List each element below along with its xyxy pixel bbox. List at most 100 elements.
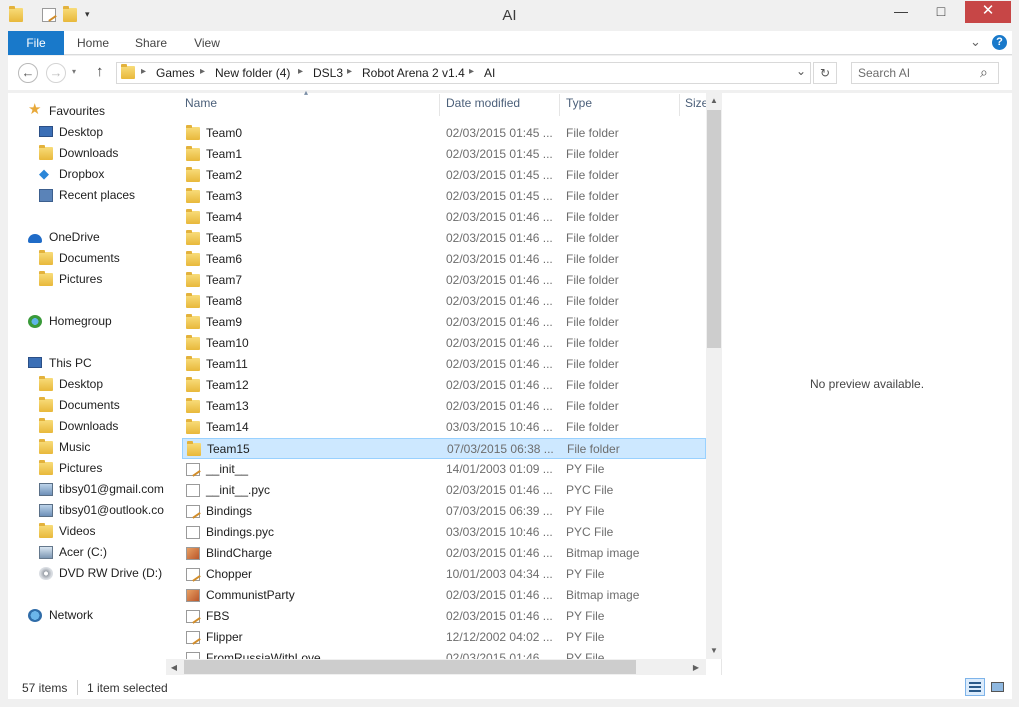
file-type: PY File [566, 630, 605, 644]
file-name: Team2 [206, 168, 243, 182]
preview-message: No preview available. [809, 377, 925, 391]
scroll-left-icon[interactable]: ◀ [169, 663, 179, 672]
table-row[interactable]: Team9 02/03/2015 01:46 ... File folder [182, 312, 706, 333]
table-row[interactable]: Flipper 12/12/2002 04:02 ... PY File [182, 627, 706, 648]
table-row[interactable]: Team10 02/03/2015 01:46 ... File folder [182, 333, 706, 354]
folder-icon [186, 125, 200, 140]
properties-icon[interactable] [42, 8, 56, 22]
table-row[interactable]: Team3 02/03/2015 01:45 ... File folder [182, 186, 706, 207]
table-row[interactable]: Team11 02/03/2015 01:46 ... File folder [182, 354, 706, 375]
details-view-button[interactable] [965, 678, 985, 696]
file-name: Team15 [207, 442, 250, 456]
breadcrumb-separator[interactable]: ▸ [347, 66, 352, 77]
horizontal-scroll-thumb[interactable] [184, 660, 636, 674]
table-row[interactable]: Bindings.pyc 03/03/2015 10:46 ... PYC File [182, 522, 706, 543]
table-row[interactable]: FromRussiaWithLove 02/03/2015 01:46 ... PY… [182, 648, 706, 659]
file-name: Team4 [206, 210, 243, 224]
breadcrumb-separator[interactable]: ▸ [298, 66, 303, 77]
sidebar-item[interactable]: ★ Favourites [8, 101, 166, 122]
table-row[interactable]: CommunistParty 02/03/2015 01:46 ... Bitmap… [182, 585, 706, 606]
table-row[interactable]: BlindCharge 02/03/2015 01:46 ... Bitmap im… [182, 543, 706, 564]
forward-button[interactable]: → [46, 63, 66, 83]
table-row[interactable]: Team14 03/03/2015 10:46 ... File folder [182, 417, 706, 438]
close-button[interactable]: ✕ [965, 1, 1011, 23]
breadcrumb-dsl3[interactable]: DSL3 [313, 66, 343, 80]
breadcrumb-separator[interactable]: ▸ [200, 66, 205, 77]
py-file-icon [186, 631, 200, 644]
customize-toolbar-icon[interactable]: ▾ [85, 9, 90, 20]
table-row[interactable]: FBS 02/03/2015 01:46 ... PY File [182, 606, 706, 627]
search-input[interactable] [858, 66, 976, 80]
table-row[interactable]: Team12 02/03/2015 01:46 ... File folder [182, 375, 706, 396]
breadcrumb-games[interactable]: Games [156, 66, 195, 80]
address-dropdown-icon[interactable]: ⌄ [796, 64, 806, 78]
file-type: File folder [566, 378, 619, 392]
table-row[interactable]: Team2 02/03/2015 01:45 ... File folder [182, 165, 706, 186]
file-type: File folder [566, 315, 619, 329]
column-divider[interactable] [439, 94, 440, 116]
column-header-size[interactable]: Size [685, 96, 708, 110]
file-type: File folder [566, 273, 619, 287]
table-row[interactable]: Bindings 07/03/2015 06:39 ... PY File [182, 501, 706, 522]
column-header-date[interactable]: Date modified [446, 96, 520, 110]
folder-icon [186, 209, 200, 224]
table-row-selected[interactable]: Team15 07/03/2015 06:38 ... File folder [182, 438, 706, 459]
file-type: Bitmap image [566, 546, 640, 560]
breadcrumb-robot-arena[interactable]: Robot Arena 2 v1.4 [362, 66, 465, 80]
table-row[interactable]: __init__.pyc 02/03/2015 01:46 ... PYC File [182, 480, 706, 501]
file-type: PY File [566, 462, 605, 476]
table-row[interactable]: Team8 02/03/2015 01:46 ... File folder [182, 291, 706, 312]
vertical-scroll-thumb[interactable] [707, 110, 721, 348]
breadcrumb-separator[interactable]: ▸ [141, 66, 146, 77]
file-name: FromRussiaWithLove [206, 651, 321, 659]
folder-icon [186, 335, 200, 350]
up-button[interactable]: ↑ [96, 63, 104, 80]
breadcrumb-ai[interactable]: AI [484, 66, 495, 80]
help-icon[interactable]: ? [992, 35, 1007, 50]
address-folder-icon [121, 64, 135, 79]
table-row[interactable]: Team4 02/03/2015 01:46 ... File folder [182, 207, 706, 228]
breadcrumb-new-folder-4[interactable]: New folder (4) [215, 66, 290, 80]
maximize-button[interactable]: □ [925, 1, 957, 23]
table-row[interactable]: Team0 02/03/2015 01:45 ... File folder [182, 123, 706, 144]
folder-icon [186, 419, 200, 434]
table-row[interactable]: __init__ 14/01/2003 01:09 ... PY File [182, 459, 706, 480]
tab-home[interactable]: Home [68, 31, 118, 55]
tab-file[interactable]: File [8, 31, 64, 55]
column-divider[interactable] [679, 94, 680, 116]
column-header-type[interactable]: Type [566, 96, 592, 110]
column-header-name[interactable]: Name [185, 96, 217, 110]
expand-ribbon-icon[interactable]: ⌄ [970, 34, 981, 50]
file-type: File folder [566, 294, 619, 308]
new-folder-icon[interactable] [63, 6, 77, 22]
scroll-down-icon[interactable]: ▼ [706, 646, 722, 655]
file-type: File folder [566, 168, 619, 182]
scroll-right-icon[interactable]: ▶ [691, 663, 701, 672]
scroll-up-icon[interactable]: ▲ [706, 96, 722, 105]
file-date: 02/03/2015 01:46 ... [446, 651, 553, 659]
minimize-button[interactable]: — [885, 1, 917, 23]
refresh-button[interactable]: ↻ [813, 62, 837, 84]
tab-view[interactable]: View [182, 31, 232, 55]
search-icon[interactable]: ⌕ [980, 64, 988, 81]
tab-share[interactable]: Share [126, 31, 176, 55]
table-row[interactable]: Team6 02/03/2015 01:46 ... File folder [182, 249, 706, 270]
back-button[interactable]: ← [18, 63, 38, 83]
sort-ascending-icon: ▴ [304, 88, 309, 97]
table-row[interactable]: Team13 02/03/2015 01:46 ... File folder [182, 396, 706, 417]
table-row[interactable]: Team5 02/03/2015 01:46 ... File folder [182, 228, 706, 249]
large-icons-view-button[interactable] [987, 678, 1007, 696]
file-name: __init__.pyc [206, 483, 271, 497]
column-divider[interactable] [559, 94, 560, 116]
file-name: Bindings [206, 504, 253, 518]
table-row[interactable]: Team1 02/03/2015 01:45 ... File folder [182, 144, 706, 165]
file-date: 03/03/2015 10:46 ... [446, 525, 553, 539]
folder-icon [187, 441, 201, 456]
table-row[interactable]: Chopper 10/01/2003 04:34 ... PY File [182, 564, 706, 585]
table-row[interactable]: Team7 02/03/2015 01:46 ... File folder [182, 270, 706, 291]
breadcrumb-separator[interactable]: ▸ [469, 66, 474, 77]
recent-locations-icon[interactable]: ▾ [72, 67, 76, 76]
search-box[interactable]: ⌕ [851, 62, 999, 84]
file-name: Bindings.pyc [206, 525, 275, 539]
file-name: Team8 [206, 294, 243, 308]
